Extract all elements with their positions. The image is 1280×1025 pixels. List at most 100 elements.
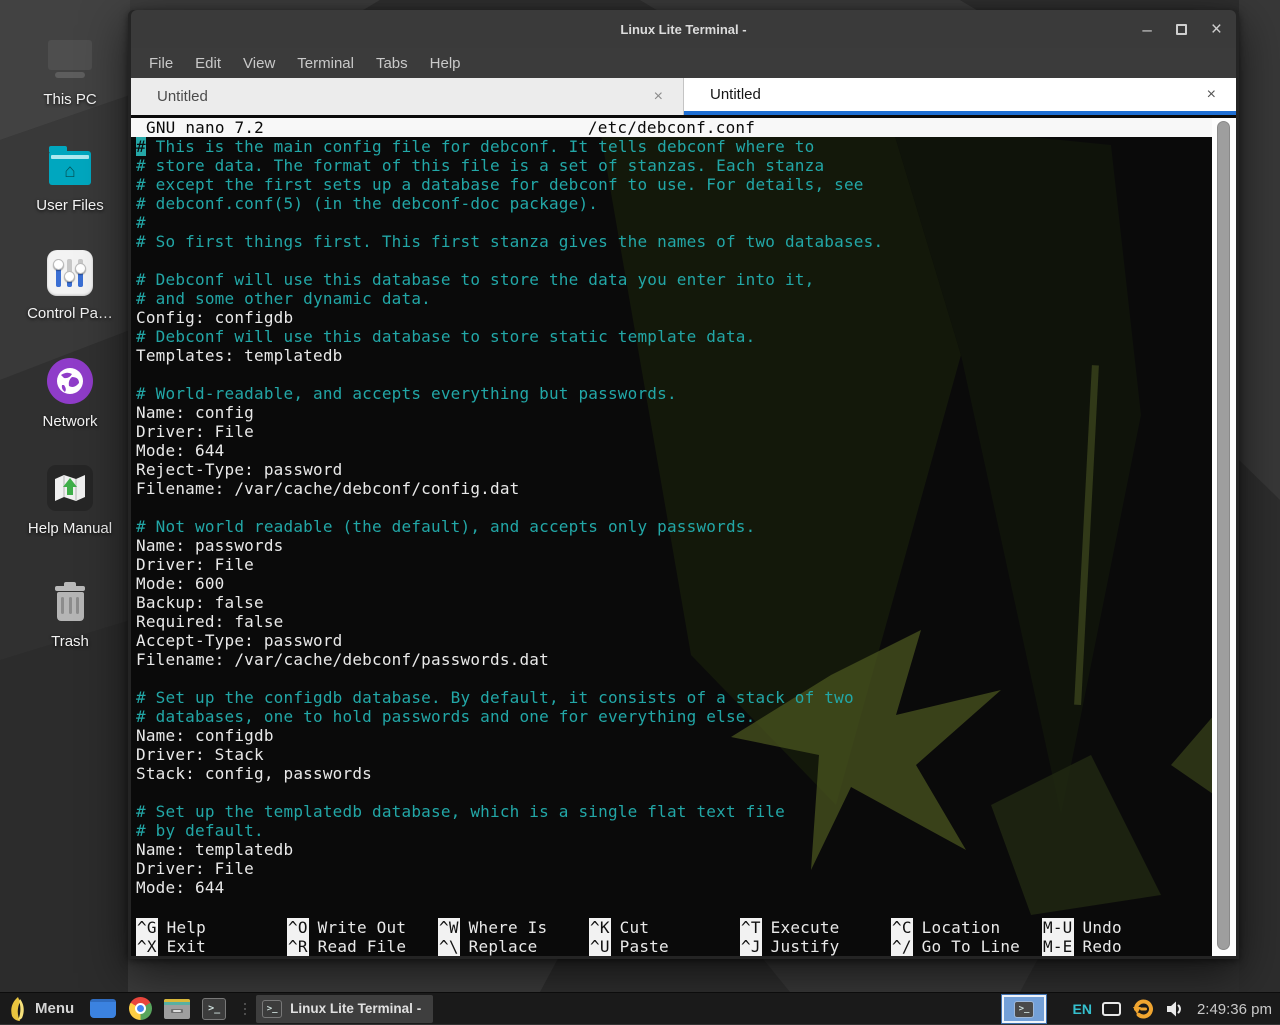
- taskbar: Menu >_ >_ Linux Lite Terminal - >_ EN: [0, 992, 1280, 1024]
- shortcut-key: M-U: [1042, 918, 1074, 937]
- network-globe-icon: [5, 356, 135, 406]
- window-titlebar[interactable]: Linux Lite Terminal - – ×: [131, 10, 1236, 48]
- shortcut-label: Justify: [771, 937, 840, 956]
- menu-file[interactable]: File: [138, 51, 184, 76]
- shortcut-key: ^K: [589, 918, 611, 937]
- shortcut-key: ^T: [740, 918, 762, 937]
- tab-label: Untitled: [684, 86, 761, 103]
- maximize-button[interactable]: [1176, 24, 1187, 35]
- menu-button[interactable]: Menu: [35, 1000, 74, 1017]
- desktop-icon-control-panel[interactable]: Control Pa…: [5, 248, 135, 322]
- menu-view[interactable]: View: [232, 51, 286, 76]
- taskbar-window-button[interactable]: >_ Linux Lite Terminal -: [256, 995, 433, 1023]
- update-icon[interactable]: [1131, 997, 1155, 1021]
- taskbar-window-label: Linux Lite Terminal -: [290, 1001, 421, 1016]
- desktop-icon-label: Trash: [5, 633, 135, 650]
- shortcut-label: Write Out: [318, 918, 407, 937]
- keyboard-layout-indicator[interactable]: EN: [1072, 1001, 1091, 1017]
- archive-launcher[interactable]: [162, 995, 192, 1023]
- terminal-line: Mode: 644: [136, 441, 1236, 460]
- terminal-line: Accept-Type: password: [136, 631, 1236, 650]
- shortcut-key: ^\: [438, 937, 460, 956]
- terminal-line: Driver: File: [136, 555, 1236, 574]
- window-title: Linux Lite Terminal -: [620, 22, 746, 37]
- terminal-icon: >_: [262, 1000, 282, 1018]
- terminal-line: # Set up the templatedb database, which …: [136, 802, 1236, 821]
- desktop-icon-label: Control Pa…: [5, 305, 135, 322]
- workspace-pager[interactable]: >_: [1002, 995, 1046, 1023]
- close-button[interactable]: ×: [1211, 20, 1222, 39]
- terminal-line: # databases, one to hold passwords and o…: [136, 707, 1236, 726]
- clock[interactable]: 2:49:36 pm: [1197, 1001, 1272, 1018]
- terminal-menubar: File Edit View Terminal Tabs Help: [131, 48, 1236, 78]
- minimize-button[interactable]: –: [1142, 21, 1151, 38]
- nano-shortcut: M-ERedo: [1042, 937, 1122, 956]
- terminal-line: # Not world readable (the default), and …: [136, 517, 1236, 536]
- shortcut-key: ^O: [287, 918, 309, 937]
- terminal-screen[interactable]: GNU nano 7.2 /etc/debconf.conf # This is…: [131, 115, 1236, 956]
- shortcut-key: ^C: [891, 918, 913, 937]
- terminal-line: [136, 783, 1236, 802]
- control-panel-sliders-icon: [5, 248, 135, 298]
- nano-shortcut: ^C Location: [891, 918, 1042, 937]
- desktop-icon-label: This PC: [5, 91, 135, 108]
- terminal-line: Config: configdb: [136, 308, 1236, 327]
- terminal-line: # Debconf will use this database to stor…: [136, 327, 1236, 346]
- shortcut-key: M-E: [1042, 937, 1074, 956]
- nano-shortcut-bar: ^GHelp^OWrite Out^WWhere Is^KCut^TExecut…: [131, 918, 1212, 956]
- terminal-line: Driver: File: [136, 422, 1236, 441]
- desktop-icon-network[interactable]: Network: [5, 356, 135, 430]
- terminal-line: # by default.: [136, 821, 1236, 840]
- nano-shortcut: ^K Cut: [589, 918, 740, 937]
- shortcut-label: Help: [167, 918, 206, 937]
- nano-shortcut: ^UPaste: [589, 937, 740, 956]
- nano-shortcut: ^GHelp: [136, 918, 287, 937]
- menu-help[interactable]: Help: [419, 51, 472, 76]
- nano-shortcut: ^RRead File: [287, 937, 438, 956]
- terminal-scrollbar[interactable]: [1212, 118, 1236, 956]
- tab-close-icon[interactable]: ×: [1207, 86, 1216, 104]
- menu-edit[interactable]: Edit: [184, 51, 232, 76]
- desktop-icon-help-manual[interactable]: Help Manual: [5, 463, 135, 537]
- shortcut-label: Execute: [771, 918, 840, 937]
- terminal-line: Stack: config, passwords: [136, 764, 1236, 783]
- tab-untitled-1[interactable]: Untitled ×: [131, 78, 684, 115]
- help-manual-map-icon: [5, 463, 135, 513]
- menu-terminal[interactable]: Terminal: [286, 51, 365, 76]
- tab-untitled-2-active[interactable]: Untitled ×: [684, 78, 1236, 115]
- tab-label: Untitled: [131, 88, 208, 105]
- file-manager-icon: [90, 999, 116, 1018]
- chrome-icon: [129, 997, 152, 1020]
- menu-tabs[interactable]: Tabs: [365, 51, 419, 76]
- nano-shortcut: M-UUndo: [1042, 918, 1122, 937]
- file-manager-launcher[interactable]: [88, 995, 118, 1023]
- terminal-line: [136, 498, 1236, 517]
- shortcut-label: Read File: [318, 937, 407, 956]
- display-icon[interactable]: [1102, 1002, 1121, 1016]
- desktop-icon-this-pc[interactable]: This PC: [5, 34, 135, 108]
- shortcut-label: Go To Line: [922, 937, 1020, 956]
- scrollbar-thumb[interactable]: [1217, 121, 1230, 950]
- tab-close-icon[interactable]: ×: [654, 88, 663, 106]
- shortcut-row-1: ^GHelp^OWrite Out^WWhere Is^KCut^TExecut…: [136, 918, 1212, 937]
- desktop-icon-trash[interactable]: Trash: [5, 576, 135, 650]
- chrome-launcher[interactable]: [125, 995, 155, 1023]
- panel-separator: [241, 998, 249, 1020]
- terminal-line: Templates: templatedb: [136, 346, 1236, 365]
- nano-cursor: #: [136, 137, 146, 156]
- terminal-line: # except the first sets up a database fo…: [136, 175, 1236, 194]
- trash-can-icon: [5, 576, 135, 626]
- terminal-line: # This is the main config file for debco…: [136, 137, 1236, 156]
- nano-shortcut: ^T Execute: [740, 918, 891, 937]
- nano-shortcut: ^JJustify: [740, 937, 891, 956]
- shortcut-label: Paste: [620, 937, 669, 956]
- shortcut-label: Location: [922, 918, 1001, 937]
- user-files-folder-icon: ⌂: [5, 140, 135, 190]
- terminal-launcher[interactable]: >_: [199, 995, 229, 1023]
- speaker-icon[interactable]: [1165, 999, 1185, 1019]
- shortcut-label: Cut: [620, 918, 650, 937]
- terminal-line: Driver: File: [136, 859, 1236, 878]
- linux-lite-menu-icon[interactable]: [8, 996, 28, 1022]
- desktop-icon-user-files[interactable]: ⌂ User Files: [5, 140, 135, 214]
- nano-filename: /etc/debconf.conf: [131, 118, 1212, 137]
